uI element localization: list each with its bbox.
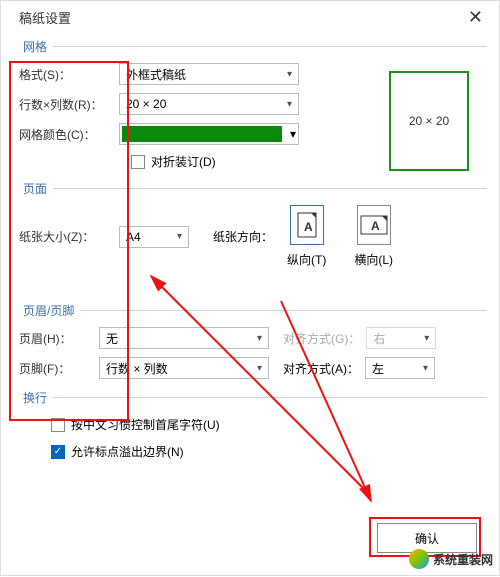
svg-text:A: A bbox=[371, 219, 380, 233]
align-g-value: 右 bbox=[373, 330, 385, 347]
landscape-icon: A bbox=[357, 205, 391, 245]
chevron-down-icon: ▾ bbox=[424, 333, 429, 344]
orient-portrait[interactable]: A 纵向(T) bbox=[287, 205, 326, 268]
portrait-icon: A bbox=[290, 205, 324, 245]
chevron-down-icon: ▾ bbox=[287, 99, 292, 110]
overflow-label: 允许标点溢出边界(N) bbox=[71, 443, 184, 460]
grid-preview: 20 × 20 bbox=[389, 71, 469, 171]
label-footer: 页脚(F)： bbox=[19, 360, 99, 377]
label-format: 格式(S)： bbox=[19, 66, 119, 83]
section-hf: 页眉/页脚 bbox=[23, 302, 499, 319]
cjk-label: 按中文习惯控制首尾字符(U) bbox=[71, 416, 220, 433]
chevron-down-icon: ▾ bbox=[287, 69, 292, 80]
label-rowcol: 行数×列数(R)： bbox=[19, 96, 119, 113]
overflow-checkbox[interactable]: ✓ bbox=[51, 445, 65, 459]
watermark-text: 系统重装网 bbox=[433, 551, 493, 568]
section-page: 页面 bbox=[23, 180, 499, 197]
align-a-select[interactable]: 左 ▾ bbox=[365, 357, 435, 379]
format-select[interactable]: 外框式稿纸 ▾ bbox=[119, 63, 299, 85]
preview-text: 20 × 20 bbox=[409, 114, 449, 128]
chevron-down-icon: ▾ bbox=[257, 363, 262, 374]
gridcolor-select[interactable]: ▾ bbox=[119, 123, 299, 145]
papersize-select[interactable]: A4 ▾ bbox=[119, 226, 189, 248]
format-value: 外框式稿纸 bbox=[126, 66, 186, 83]
papersize-value: A4 bbox=[126, 230, 141, 244]
gridcolor-swatch bbox=[122, 126, 282, 142]
divider bbox=[80, 310, 487, 311]
portrait-label: 纵向(T) bbox=[287, 251, 326, 268]
header-select[interactable]: 无 ▾ bbox=[99, 327, 269, 349]
fold-checkbox[interactable] bbox=[131, 155, 145, 169]
label-align-g-wrapper: 对齐方式(G)： bbox=[283, 330, 360, 347]
chevron-down-icon: ▾ bbox=[290, 127, 296, 141]
dialog-root: 稿纸设置 ✕ 网格 格式(S)： 外框式稿纸 ▾ 行数×列数(R)： 20 × … bbox=[0, 0, 500, 576]
align-g-select: 右 ▾ bbox=[366, 327, 436, 349]
section-grid: 网格 bbox=[23, 38, 499, 55]
row-papersize: 纸张大小(Z)： A4 ▾ 纸张方向： A 纵向(T) A 横向(L) bbox=[19, 205, 499, 268]
section-wrap-label: 换行 bbox=[23, 389, 47, 406]
label-gridcolor: 网格颜色(C)： bbox=[19, 126, 119, 143]
watermark-logo-icon bbox=[409, 549, 429, 569]
label-header: 页眉(H)： bbox=[19, 330, 99, 347]
label-papersize: 纸张大小(Z)： bbox=[19, 228, 119, 245]
divider bbox=[53, 46, 487, 47]
cjk-checkbox[interactable] bbox=[51, 418, 65, 432]
section-wrap: 换行 bbox=[23, 389, 499, 406]
section-grid-label: 网格 bbox=[23, 38, 47, 55]
rowcol-select[interactable]: 20 × 20 ▾ bbox=[119, 93, 299, 115]
landscape-label: 横向(L) bbox=[354, 251, 393, 268]
divider bbox=[53, 188, 487, 189]
chevron-down-icon: ▾ bbox=[423, 363, 428, 374]
header-value: 无 bbox=[106, 330, 118, 347]
dialog-title: 稿纸设置 bbox=[19, 8, 71, 27]
chevron-down-icon: ▾ bbox=[177, 231, 182, 242]
divider bbox=[53, 397, 487, 398]
svg-text:A: A bbox=[304, 220, 313, 234]
close-icon[interactable]: ✕ bbox=[462, 7, 489, 28]
chevron-down-icon: ▾ bbox=[257, 333, 262, 344]
row-overflow: ✓ 允许标点溢出边界(N) bbox=[51, 443, 499, 460]
align-a-value: 左 bbox=[372, 360, 384, 377]
row-header: 页眉(H)： 无 ▾ 对齐方式(G)： 右 ▾ bbox=[19, 327, 499, 349]
footer-value: 行数 × 列数 bbox=[106, 360, 168, 377]
section-page-label: 页面 bbox=[23, 180, 47, 197]
orient-landscape[interactable]: A 横向(L) bbox=[354, 205, 393, 268]
label-align-a: 对齐方式(A)： bbox=[283, 360, 359, 377]
row-cjk: 按中文习惯控制首尾字符(U) bbox=[51, 416, 499, 433]
label-align-g: 对齐方式(G)： bbox=[283, 332, 360, 346]
rowcol-value: 20 × 20 bbox=[126, 97, 166, 111]
ok-label: 确认 bbox=[415, 530, 439, 547]
titlebar: 稿纸设置 ✕ bbox=[1, 1, 499, 28]
footer-select[interactable]: 行数 × 列数 ▾ bbox=[99, 357, 269, 379]
fold-label: 对折装订(D) bbox=[151, 153, 216, 170]
section-hf-label: 页眉/页脚 bbox=[23, 302, 74, 319]
label-orient: 纸张方向： bbox=[213, 228, 273, 245]
watermark: 系统重装网 bbox=[409, 549, 493, 569]
row-footer: 页脚(F)： 行数 × 列数 ▾ 对齐方式(A)： 左 ▾ bbox=[19, 357, 499, 379]
